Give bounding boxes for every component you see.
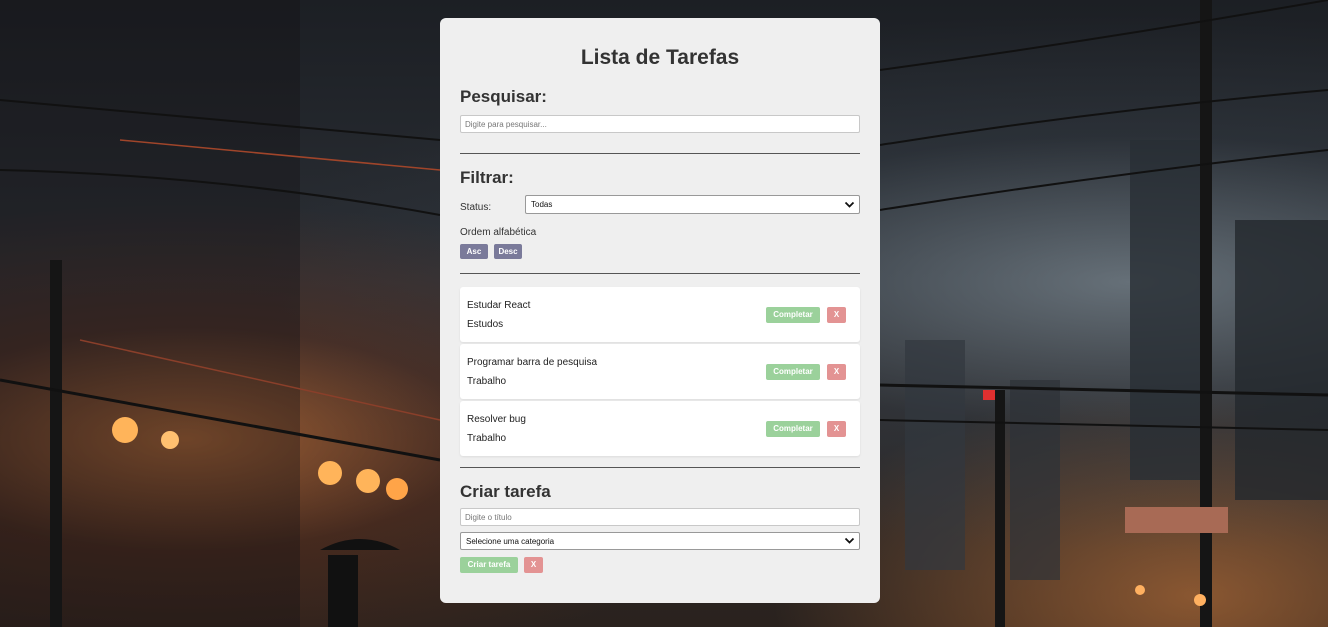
sort-asc-button[interactable]: Asc xyxy=(460,244,488,259)
filter-heading: Filtrar: xyxy=(460,168,514,187)
task-list-card: Lista de Tarefas Pesquisar: Filtrar: Sta… xyxy=(440,18,880,603)
remove-task-button[interactable]: X xyxy=(827,364,846,380)
divider xyxy=(460,273,860,274)
remove-task-button[interactable]: X xyxy=(827,421,846,437)
status-select[interactable]: Todas xyxy=(525,195,860,214)
status-select-value: Todas xyxy=(531,200,553,209)
divider xyxy=(460,153,860,154)
task-category: Trabalho xyxy=(467,376,507,387)
chevron-down-icon xyxy=(844,201,855,208)
complete-button[interactable]: Completar xyxy=(766,364,820,380)
task-title-input[interactable] xyxy=(460,508,860,526)
create-task-button[interactable]: Criar tarefa xyxy=(460,557,518,573)
search-heading: Pesquisar: xyxy=(460,87,547,106)
task-title: Estudar React xyxy=(467,300,531,311)
sort-buttons: Asc Desc xyxy=(460,244,860,259)
search-input[interactable] xyxy=(460,115,860,133)
create-task-heading: Criar tarefa xyxy=(460,482,551,501)
task-item: Estudar React Estudos Completar X xyxy=(460,287,860,342)
create-actions: Criar tarefa X xyxy=(460,557,860,573)
status-label: Status: xyxy=(460,202,492,213)
remove-task-button[interactable]: X xyxy=(827,307,846,323)
task-item: Resolver bug Trabalho Completar X xyxy=(460,401,860,456)
order-label: Ordem alfabética xyxy=(460,227,537,238)
task-category: Estudos xyxy=(467,319,504,330)
task-title: Programar barra de pesquisa xyxy=(467,357,598,368)
chevron-down-icon xyxy=(844,537,855,544)
task-item: Programar barra de pesquisa Trabalho Com… xyxy=(460,344,860,399)
complete-button[interactable]: Completar xyxy=(766,307,820,323)
divider xyxy=(460,467,860,468)
category-select[interactable]: Selecione uma categoria xyxy=(460,532,860,550)
category-select-value: Selecione uma categoria xyxy=(466,536,555,546)
task-category: Trabalho xyxy=(467,433,507,444)
complete-button[interactable]: Completar xyxy=(766,421,820,437)
status-filter-row: Status: Todas xyxy=(460,195,860,214)
sort-desc-button[interactable]: Desc xyxy=(494,244,522,259)
cancel-create-button[interactable]: X xyxy=(524,557,543,573)
page-title: Lista de Tarefas xyxy=(580,46,740,69)
task-list: Estudar React Estudos Completar X Progra… xyxy=(460,287,860,456)
task-title: Resolver bug xyxy=(467,414,526,425)
